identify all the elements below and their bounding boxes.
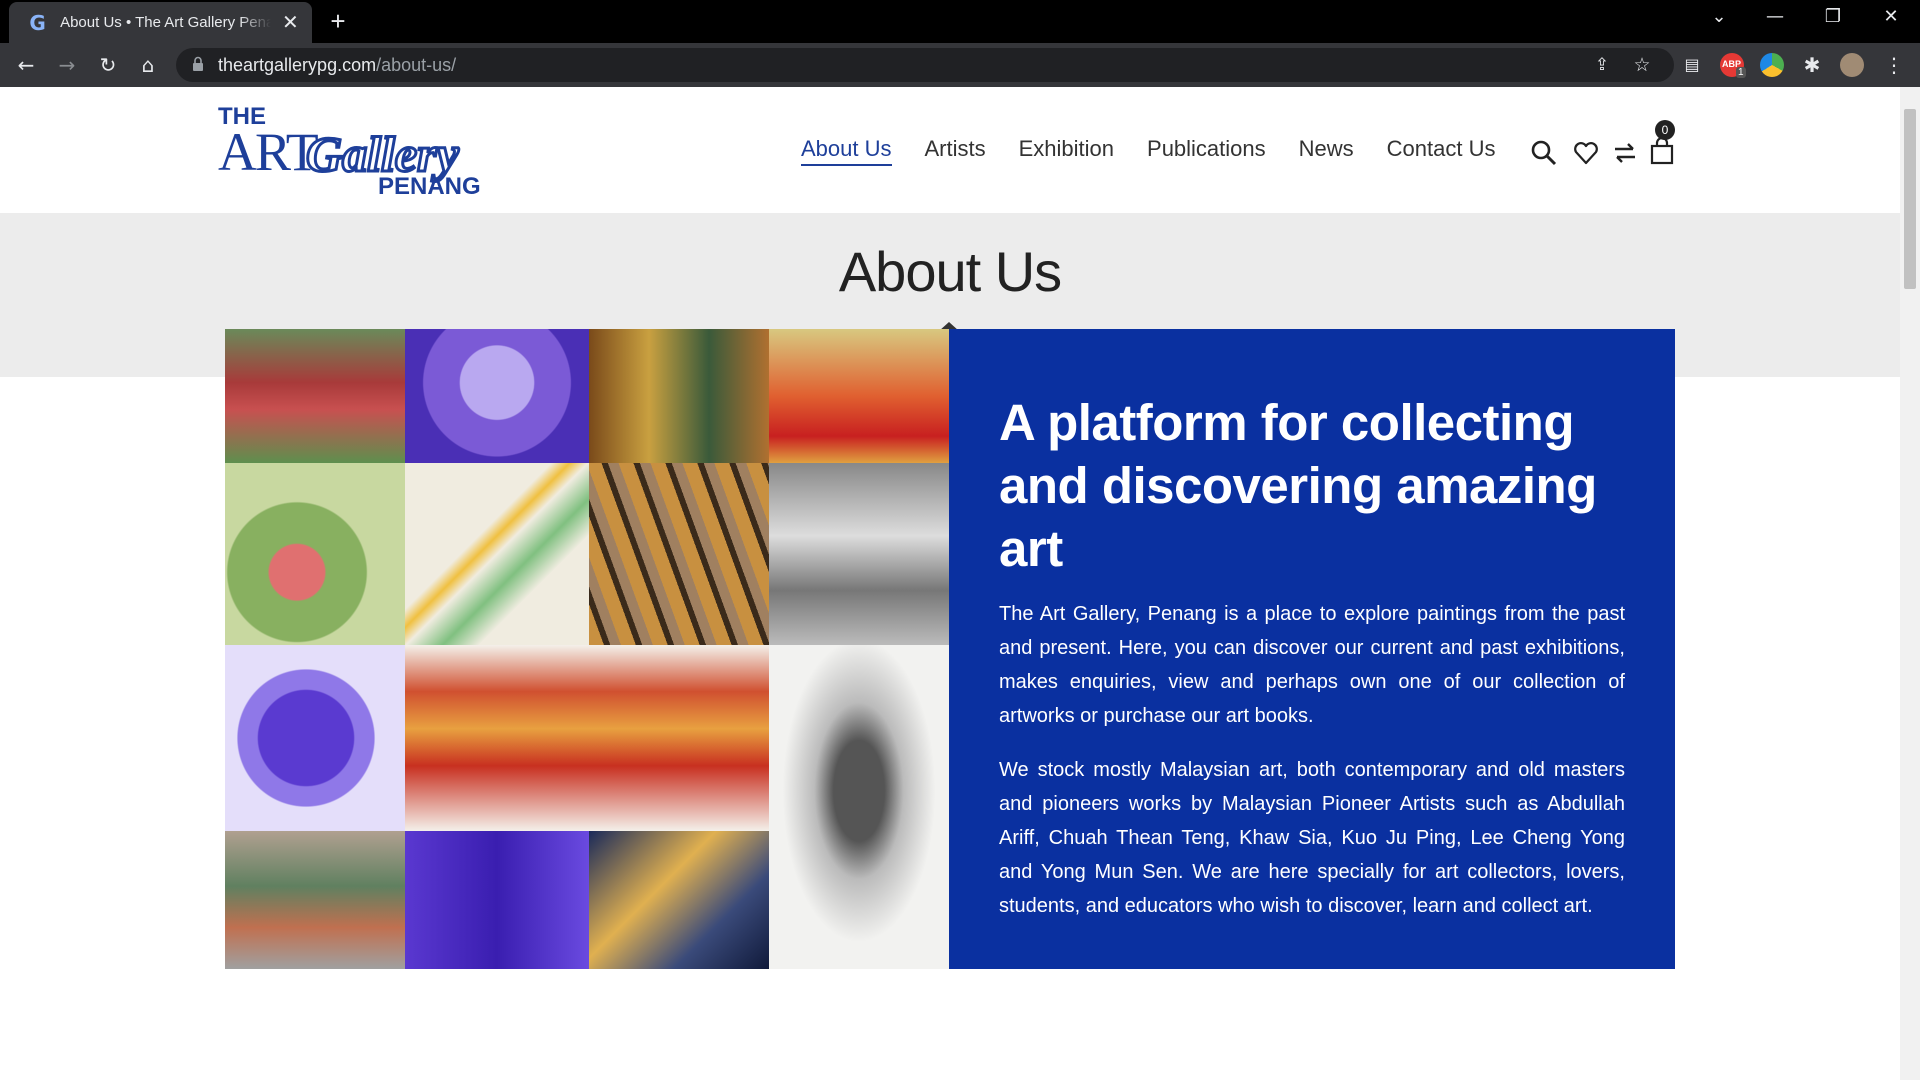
nav-about-us[interactable]: About Us [801, 136, 892, 166]
url-text: theartgallerypg.com/about-us/ [218, 55, 456, 76]
restore-button[interactable]: ❐ [1818, 6, 1848, 27]
scrollbar-thumb[interactable] [1904, 109, 1916, 289]
artwork-abstract-texture [589, 329, 769, 463]
cart-bag-icon[interactable] [1648, 137, 1676, 165]
browser-tab-bar: G About Us • The Art Gallery Penang ✕ + … [0, 0, 1920, 43]
colorful-extension-icon[interactable] [1760, 53, 1784, 77]
url-host: theartgallerypg.com [218, 55, 377, 75]
intro-panel: A platform for collecting and discoverin… [949, 329, 1675, 969]
artwork-market-scene [225, 831, 405, 969]
artwork-purple-figures [405, 831, 589, 969]
main-nav: About Us Artists Exhibition Publications… [801, 136, 1529, 166]
artwork-dancers [225, 463, 405, 645]
nav-artists[interactable]: Artists [925, 136, 986, 166]
intro-heading: A platform for collecting and discoverin… [999, 394, 1597, 577]
bookmark-star-icon[interactable]: ☆ [1630, 53, 1654, 77]
site-header: THE ART Gallery PENANG About Us Artists … [0, 87, 1900, 213]
browser-menu-icon[interactable]: ⋮ [1882, 53, 1906, 77]
browser-toolbar: ← → ↻ ⌂ theartgallerypg.com/about-us/ ⇪ … [0, 43, 1920, 87]
nav-news[interactable]: News [1299, 136, 1354, 166]
artwork-street-scene [769, 329, 949, 463]
address-bar[interactable]: theartgallerypg.com/about-us/ ⇪ ☆ [176, 48, 1674, 82]
artwork-collage [225, 329, 949, 969]
reload-icon[interactable]: ↻ [96, 53, 120, 77]
page-title: About Us [838, 240, 1062, 303]
intro-paragraph-1: The Art Gallery, Penang is a place to ex… [999, 603, 1625, 727]
site-favicon-icon: G [29, 10, 46, 35]
minimize-button[interactable]: — [1760, 6, 1790, 27]
webpage: THE ART Gallery PENANG About Us Artists … [0, 87, 1900, 1080]
intro-paragraph-2: We stock mostly Malaysian art, both cont… [999, 759, 1625, 917]
adblock-badge: 1 [1736, 67, 1746, 78]
artwork-tiger [589, 463, 769, 645]
logo-art-text: ART [218, 122, 319, 182]
artwork-crayon-abstract [405, 463, 589, 645]
nav-exhibition[interactable]: Exhibition [1019, 136, 1114, 166]
artwork-ink-cafe-sketch [769, 463, 949, 645]
compare-arrows-icon[interactable] [1611, 139, 1639, 167]
logo-penang-text: PENANG [378, 173, 481, 200]
adblock-extension-icon[interactable]: ABP 1 [1720, 53, 1746, 78]
tab-search-chevron-icon[interactable]: ⌄ [1704, 6, 1734, 27]
profile-avatar[interactable] [1840, 53, 1864, 77]
lock-icon [193, 56, 203, 71]
site-logo[interactable]: THE ART Gallery PENANG [218, 103, 482, 200]
home-button-icon[interactable]: ⌂ [136, 53, 160, 77]
artwork-temple-festival [405, 645, 769, 831]
search-icon[interactable] [1530, 139, 1558, 167]
cast-extension-icon[interactable]: ▤ [1680, 53, 1704, 77]
nav-contact-us[interactable]: Contact Us [1387, 136, 1496, 166]
new-tab-button[interactable]: + [325, 8, 351, 34]
close-window-button[interactable]: ✕ [1876, 6, 1906, 27]
nav-publications[interactable]: Publications [1147, 136, 1266, 166]
back-arrow-icon[interactable]: ← [14, 53, 38, 77]
artwork-purple-sculpture [225, 645, 405, 831]
artwork-dog-ink [769, 645, 949, 969]
url-path: /about-us/ [376, 55, 457, 75]
share-icon[interactable]: ⇪ [1590, 53, 1614, 77]
page-scrollbar[interactable] [1900, 87, 1920, 1080]
artwork-temple-painting [225, 329, 405, 463]
browser-tab[interactable]: G About Us • The Art Gallery Penang ✕ [9, 2, 312, 43]
tab-title: About Us • The Art Gallery Penang [60, 14, 271, 31]
artwork-night-abstract [589, 831, 769, 969]
extensions-puzzle-icon[interactable]: ✱ [1800, 53, 1824, 77]
artwork-purple-figure [405, 329, 589, 463]
tab-close-icon[interactable]: ✕ [281, 10, 300, 35]
cart-count-badge: 0 [1655, 120, 1675, 140]
wishlist-heart-icon[interactable] [1572, 139, 1600, 167]
forward-arrow-icon[interactable]: → [55, 53, 79, 77]
